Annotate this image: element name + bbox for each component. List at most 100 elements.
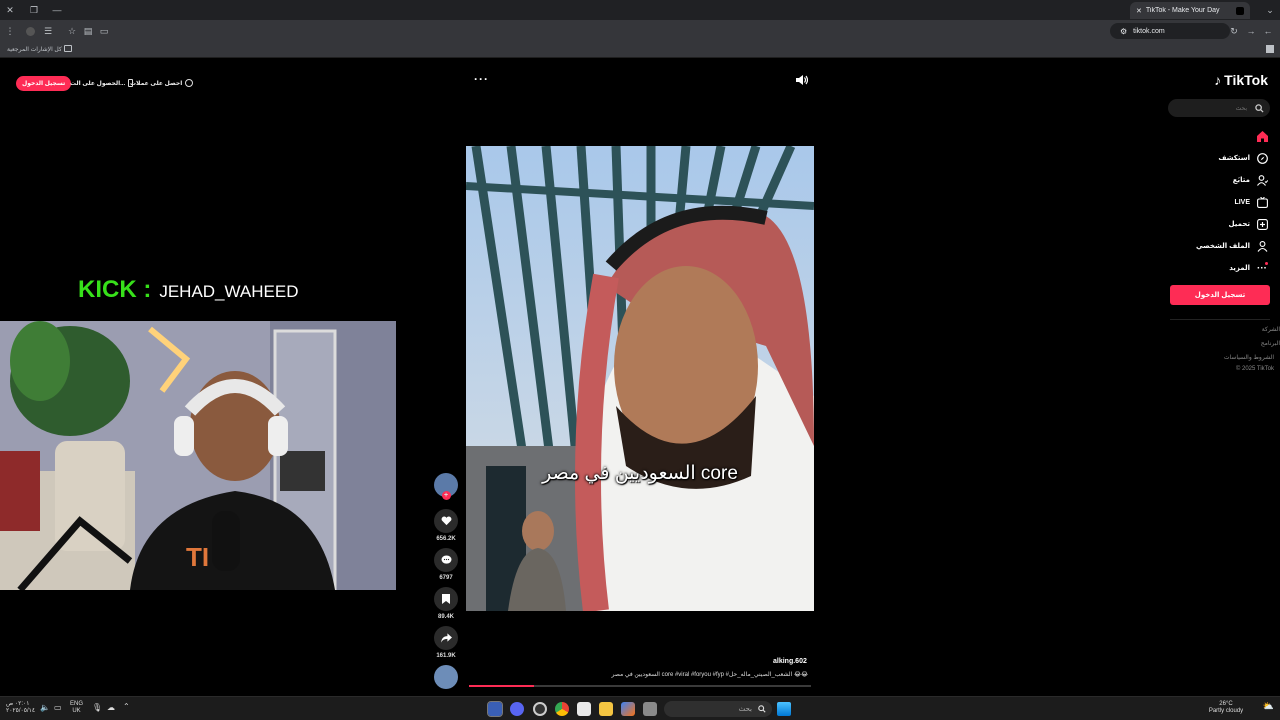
browser-toolbar: ⋮ ☰ ☆ ▤ ▭ ⚙ tiktok.com ↻ → ← (0, 20, 1280, 42)
sidebar-item-home[interactable] (1250, 130, 1268, 142)
site-settings-icon[interactable]: ⚙ (1120, 27, 1127, 36)
video-author[interactable]: alking.602 (773, 658, 807, 665)
tab-title: TikTok - Make Your Day (1145, 7, 1220, 14)
notification-dot (1265, 262, 1268, 265)
footer-copyright: © 2025 TikTok (1235, 366, 1274, 372)
tab-tiktok[interactable]: ✕ TikTok - Make Your Day (1130, 2, 1250, 19)
sidebar-item-upload[interactable]: تحميل (1229, 218, 1268, 230)
network-tray-icon[interactable]: ▭ (54, 704, 62, 712)
comment-icon[interactable] (434, 548, 458, 572)
close-window-icon[interactable]: ✕ (4, 4, 16, 16)
volume-tray-icon[interactable]: 🔈 (40, 704, 50, 712)
like-action[interactable]: 656.2K (433, 509, 459, 542)
video-player[interactable]: السعوديين في مصر core (466, 146, 814, 611)
tray-chevron-up-icon[interactable]: ⌃ (123, 703, 130, 711)
following-icon (1256, 174, 1268, 186)
get-app-link[interactable]: الحصول على الت... (70, 79, 134, 87)
search-input[interactable]: بحث (1168, 99, 1270, 117)
sidebar-item-label: متابَع (1232, 177, 1250, 184)
windows-start-icon[interactable] (777, 702, 791, 716)
onedrive-icon[interactable]: ☁ (107, 704, 115, 712)
tiktok-logo[interactable]: ♪ TikTok (1214, 72, 1268, 88)
sidebar-item-explore[interactable]: استكشف (1218, 152, 1268, 164)
weather-cloud-icon: ⛅ (1262, 701, 1274, 711)
back-icon[interactable]: ← (1262, 25, 1274, 37)
task-view-icon[interactable] (643, 702, 657, 716)
microphone-tray-icon[interactable]: 🎙 (92, 704, 102, 712)
comment-action[interactable]: 6797 (433, 548, 459, 581)
share-icon[interactable] (434, 626, 458, 650)
sidebar-item-label: تحميل (1228, 221, 1250, 228)
sidebar-divider (1170, 319, 1270, 320)
video-progress-bar[interactable] (469, 685, 811, 687)
share-action[interactable]: 161.9K (433, 626, 459, 659)
all-bookmarks-label[interactable]: كل الإشارات المرجعية (7, 46, 62, 53)
sidebar-item-label: LIVE (1234, 198, 1250, 206)
cast-icon[interactable]: ▭ (98, 25, 110, 37)
url-text: tiktok.com (1133, 27, 1165, 35)
tab-search-icon[interactable]: ⌄ (1264, 4, 1276, 16)
restore-window-icon[interactable]: ❐ (28, 4, 40, 16)
footer-company-link[interactable]: الشركة (1262, 326, 1280, 333)
bookmark-icon[interactable] (434, 587, 458, 611)
sidebar-item-live[interactable]: LIVE (1234, 196, 1268, 208)
sidebar-item-following[interactable]: متابَع (1233, 174, 1268, 186)
minimize-window-icon[interactable]: — (51, 4, 63, 16)
browser-tab-bar: ✕ ❐ — + ✕ TikTok - Make Your Day ⌄ (0, 0, 1280, 20)
apps-grid-icon[interactable] (1266, 45, 1274, 53)
language-indicator[interactable]: ENG UK (70, 701, 83, 715)
store-app-icon[interactable] (577, 702, 591, 716)
taskbar-search[interactable]: بحث (664, 701, 772, 717)
weather-widget[interactable]: 26°C Partly cloudy (1196, 701, 1256, 715)
sidebar-item-profile[interactable]: الملف الشخصي (1196, 240, 1268, 252)
streamer-webcam: TI (0, 321, 396, 590)
get-coins-label: احصل على عملات (130, 80, 183, 87)
taskbar-search-placeholder: بحث (738, 706, 752, 713)
steam-app-icon[interactable] (487, 701, 503, 717)
bookmark-star-icon[interactable]: ☆ (66, 25, 78, 37)
video-progress-fill (469, 685, 534, 687)
header-login-button[interactable]: تسجيل الدخول (16, 76, 72, 91)
menu-dots-icon[interactable]: ⋮ (4, 25, 16, 37)
sidebar-item-label: المزيد (1229, 265, 1250, 272)
forward-icon[interactable]: → (1245, 25, 1257, 37)
chrome-app-icon[interactable] (555, 702, 569, 716)
follow-plus-icon[interactable]: + (441, 491, 451, 500)
sound-avatar[interactable] (434, 665, 458, 689)
sidebar-login-button[interactable]: تسجيل الدخول (1170, 285, 1270, 305)
creator-avatar[interactable]: + (433, 473, 459, 500)
volume-icon[interactable] (795, 74, 808, 86)
file-explorer-icon[interactable] (599, 702, 613, 716)
sidebar-item-label: استكشف (1218, 155, 1250, 162)
next-video-avatar[interactable] (433, 665, 459, 692)
clock-time: ٠٢:٠١ ص (6, 701, 30, 707)
copilot-app-icon[interactable] (621, 702, 635, 716)
extensions-icon[interactable]: ☰ (42, 25, 54, 37)
more-options-icon[interactable]: ··· (474, 72, 489, 86)
address-bar[interactable]: ⚙ tiktok.com (1110, 23, 1230, 39)
sidebar-item-more[interactable]: المزيد ··· (1229, 262, 1268, 274)
save-action[interactable]: 89.4K (433, 587, 459, 620)
kick-username: JEHAD_WAHEED (159, 282, 299, 301)
profile-avatar-icon[interactable] (24, 25, 36, 37)
search-icon[interactable] (1255, 103, 1264, 113)
compass-icon (1256, 152, 1268, 164)
reload-icon[interactable]: ↻ (1228, 25, 1240, 37)
footer-program-link[interactable]: البرنامج (1261, 340, 1280, 347)
tiktok-favicon-icon (1236, 6, 1244, 15)
obs-app-icon[interactable] (533, 702, 547, 716)
clock[interactable]: ٠٢:٠١ ص ٢٠٢٥/٠٥/١٤ (6, 701, 35, 715)
footer-terms-link[interactable]: الشروط والسياسات (1224, 354, 1274, 361)
tab-close-icon[interactable]: ✕ (1136, 7, 1142, 15)
coin-icon (185, 79, 194, 87)
discord-app-icon[interactable] (510, 702, 524, 716)
upload-icon (1256, 218, 1268, 230)
tiktok-note-icon: ♪ (1214, 72, 1222, 88)
get-coins-link[interactable]: احصل على عملات (130, 79, 194, 87)
lang-bottom: UK (72, 708, 81, 714)
video-frame (466, 146, 814, 611)
kick-label: KICK : (78, 276, 152, 303)
reading-list-icon[interactable]: ▤ (82, 25, 94, 37)
video-caption: السعوديين في مصر core #viral #foryou #fy… (611, 672, 808, 678)
heart-icon[interactable] (434, 509, 458, 533)
